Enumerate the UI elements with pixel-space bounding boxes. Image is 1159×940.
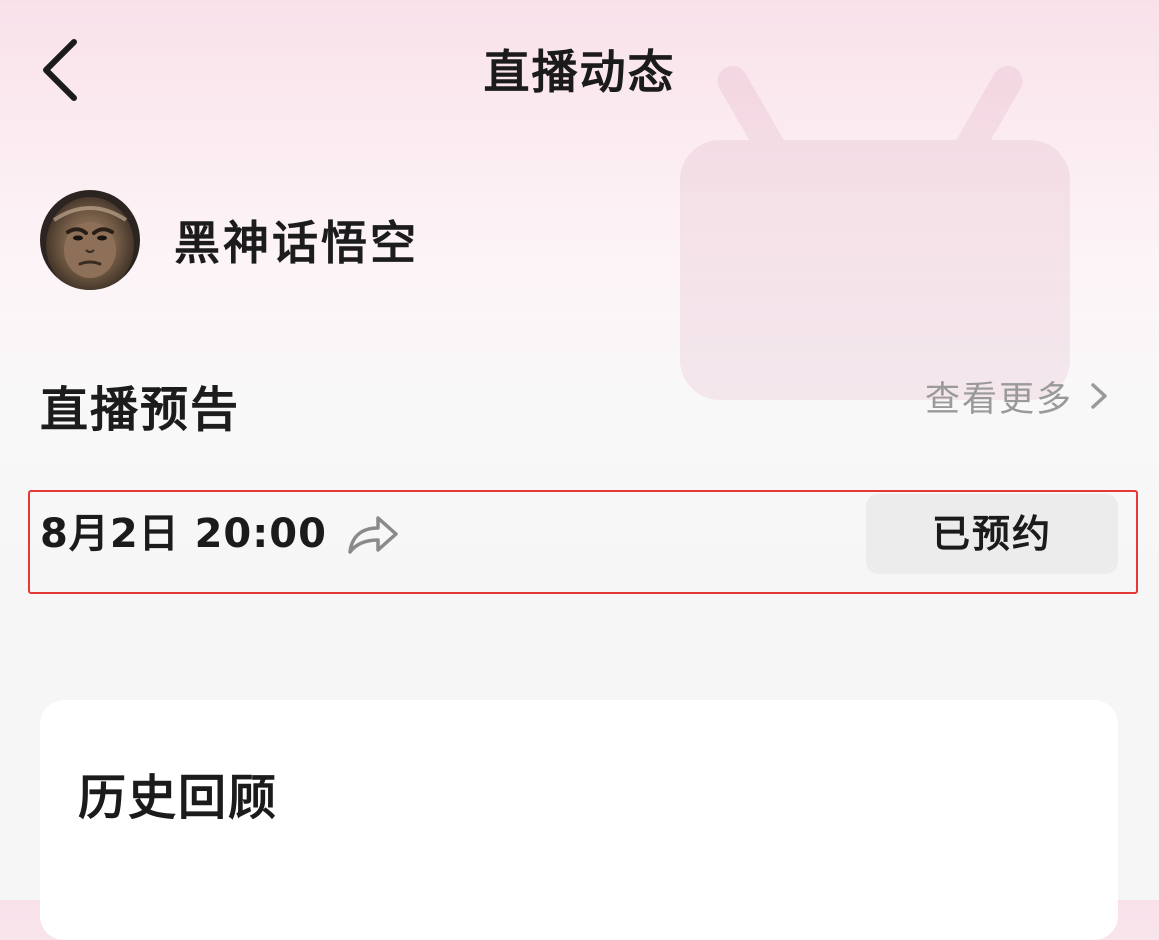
avatar[interactable] [40, 190, 140, 290]
channel-name[interactable]: 黑神话悟空 [174, 207, 419, 273]
schedule-item: 8月2日 20:00 已预约 [40, 494, 1118, 574]
history-heading: 历史回顾 [78, 770, 279, 826]
reserved-button[interactable]: 已预约 [866, 494, 1118, 574]
page-title: 直播动态 [483, 45, 676, 99]
schedule-time: 8月2日 20:00 [40, 511, 327, 557]
live-preview-heading: 直播预告 [40, 382, 241, 438]
channel-profile[interactable]: 黑神话悟空 [40, 190, 419, 290]
navigation-bar: 直播动态 [0, 0, 1159, 145]
chevron-right-icon [1091, 383, 1107, 409]
history-card: 历史回顾 [40, 700, 1118, 940]
wukong-avatar-icon [40, 190, 140, 290]
view-more-link[interactable]: 查看更多 [925, 372, 1111, 420]
view-more-label: 查看更多 [924, 379, 1073, 420]
share-arrow-icon[interactable] [344, 512, 400, 556]
